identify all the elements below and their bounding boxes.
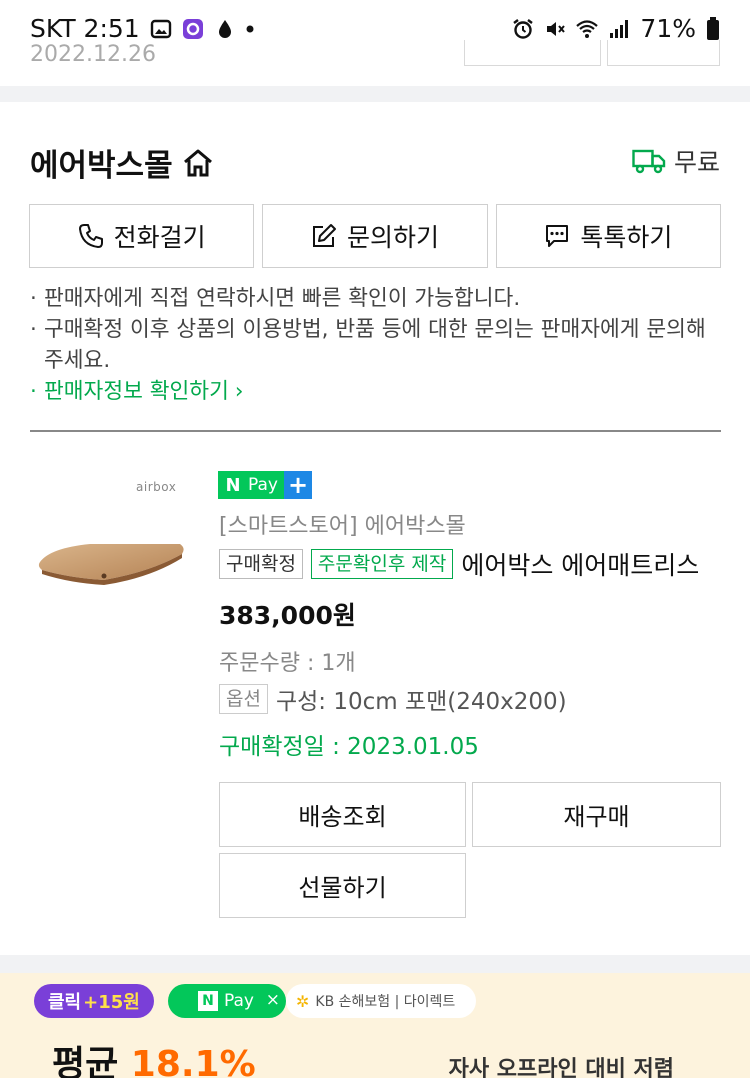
- npay-n: N: [218, 471, 248, 499]
- seller-store-link[interactable]: 에어박스몰: [30, 140, 215, 185]
- inquiry-label: 문의하기: [346, 223, 439, 252]
- divider: [30, 430, 721, 432]
- seller-notes: · 판매자에게 직접 연락하시면 빠른 확인이 가능합니다. · 구매확정 이후 상…: [30, 283, 720, 407]
- close-icon: ×: [265, 990, 280, 1010]
- mute-icon: [547, 21, 566, 36]
- status-right: 71%: [512, 14, 720, 43]
- kb-insurance-logo: ✲ KB 손해보험 | 다이렉트: [286, 984, 476, 1018]
- npay-pay: Pay: [248, 471, 284, 499]
- ad-banner[interactable]: 클릭 +15원 N Pay × ✲ KB 손해보험 | 다이렉트 평균 18.1%…: [0, 973, 750, 1078]
- kb-star-icon: ✲: [296, 991, 310, 1011]
- note-item: · 구매확정 이후 상품의 이용방법, 반품 등에 대한 문의는 판매자에게 문의…: [30, 317, 706, 373]
- signal-icon: [610, 19, 629, 38]
- call-button[interactable]: 전화걸기: [29, 204, 255, 268]
- ad-headline: 평균 18.1%: [52, 1044, 256, 1078]
- click-reward-badge: 클릭 +15원: [34, 984, 154, 1018]
- edit-icon: [312, 224, 336, 247]
- previous-action-button[interactable]: [607, 40, 720, 66]
- brand-logo: airbox: [136, 480, 177, 494]
- seller-contact-buttons: 전화걸기 문의하기 톡톡하기: [29, 204, 721, 268]
- product-price: 383,000원: [219, 601, 356, 630]
- npay-plus-badge: N Pay +: [218, 471, 312, 499]
- section-divider: [0, 86, 750, 102]
- ad-subheadline: 자사 오프라인 대비 저렴: [448, 1057, 674, 1078]
- npay-ad-chip: N Pay ×: [168, 984, 286, 1018]
- alarm-icon: [513, 18, 534, 39]
- shipping-label: 무료: [673, 148, 720, 177]
- purchase-confirmed-tag: 구매확정: [219, 549, 303, 579]
- previous-action-button[interactable]: [464, 40, 601, 66]
- chat-icon: [546, 225, 569, 247]
- reorder-button[interactable]: 재구매: [472, 782, 721, 847]
- store-name[interactable]: [스마트스토어] 에어박스몰: [219, 508, 466, 540]
- phone-icon: [78, 224, 103, 248]
- section-divider: [0, 955, 750, 973]
- carrier-time: SKT 2:51: [30, 14, 140, 43]
- wifi-icon: [576, 19, 599, 38]
- option-row: 옵션 구성: 10cm 포맨(240x200): [219, 682, 567, 716]
- gift-button[interactable]: 선물하기: [219, 853, 466, 918]
- product-title: 에어박스 에어매트리스: [461, 551, 700, 580]
- previous-order-date: 2022.12.26: [30, 44, 156, 66]
- purchase-confirm-date: 구매확정일 : 2023.01.05: [219, 734, 479, 760]
- battery-percent: 71%: [640, 14, 696, 43]
- drop-icon: [218, 19, 231, 38]
- note-item: · 판매자에게 직접 연락하시면 빠른 확인이 가능합니다.: [30, 286, 521, 311]
- order-quantity: 주문수량 : 1개: [219, 651, 356, 676]
- made-to-order-tag: 주문확인후 제작: [310, 549, 454, 579]
- call-label: 전화걸기: [113, 223, 206, 252]
- seller-name: 에어박스몰: [30, 148, 173, 184]
- battery-icon: [707, 16, 719, 40]
- npay-n: N: [198, 991, 218, 1011]
- home-icon: [183, 149, 212, 176]
- option-text: 구성: 10cm 포맨(240x200): [275, 689, 567, 715]
- seller-info-link[interactable]: · 판매자정보 확인하기 ›: [30, 376, 720, 407]
- status-left: SKT 2:51: [30, 14, 254, 43]
- talk-button[interactable]: 톡톡하기: [495, 204, 721, 268]
- track-delivery-button[interactable]: 배송조회: [219, 782, 466, 847]
- talk-label: 톡톡하기: [580, 223, 673, 252]
- truck-icon: [632, 149, 666, 174]
- product-title-row[interactable]: 구매확정 주문확인후 제작 에어박스 에어매트리스: [219, 546, 719, 582]
- shipping-fee: 무료: [632, 143, 720, 179]
- inquiry-button[interactable]: 문의하기: [262, 204, 488, 268]
- option-tag: 옵션: [219, 684, 268, 714]
- chevron-right-icon: ›: [234, 379, 244, 404]
- plus-icon: +: [284, 471, 312, 499]
- gallery-icon: [150, 19, 171, 38]
- notification-dot-icon: [246, 25, 254, 32]
- app-icon: [182, 18, 203, 39]
